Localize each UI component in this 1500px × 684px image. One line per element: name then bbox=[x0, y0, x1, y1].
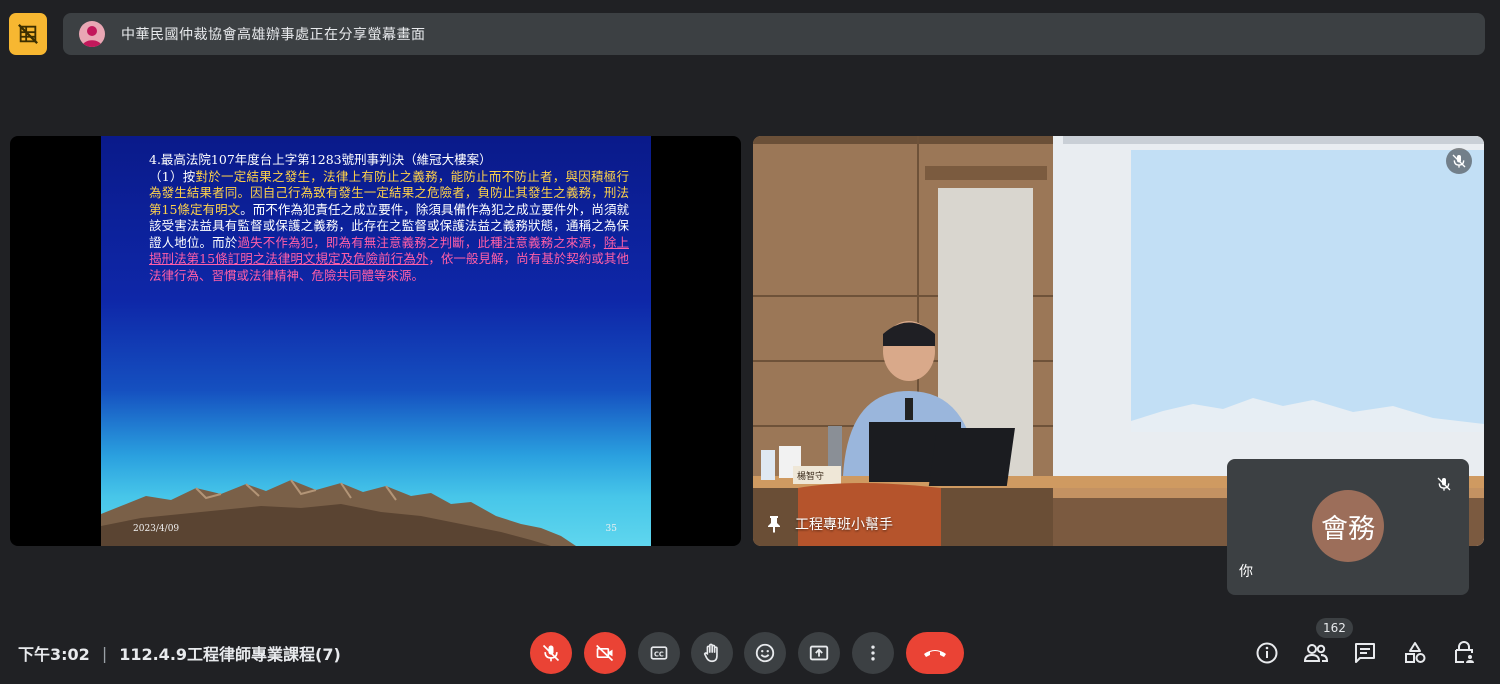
presentation-slide: 4.最高法院107年度台上字第1283號刑事判決（維冠大樓案） （1）按對於一定… bbox=[101, 136, 651, 546]
raise-hand-button[interactable] bbox=[691, 632, 733, 674]
camera-toggle-button[interactable] bbox=[584, 632, 626, 674]
desk-nameplate: 楊智守 bbox=[797, 472, 825, 482]
presentation-banner: 中華民國仲裁協會高雄辦事處正在分享螢幕畫面 bbox=[63, 13, 1485, 55]
meeting-details-button[interactable] bbox=[1252, 638, 1282, 668]
host-controls-button[interactable] bbox=[1449, 638, 1479, 668]
chat-icon bbox=[1355, 643, 1375, 663]
info-icon bbox=[1256, 642, 1278, 664]
slide-seg-1: （1）按 bbox=[149, 168, 196, 184]
captions-button[interactable]: CC bbox=[638, 632, 680, 674]
slide-page-number: 35 bbox=[605, 524, 617, 534]
control-bar: 下午3:02 | 112.4.9工程律師專業課程(7) CC 162 bbox=[0, 614, 1500, 684]
people-button[interactable] bbox=[1301, 638, 1331, 668]
present-screen-button[interactable] bbox=[798, 632, 840, 674]
participant-name: 工程專班小幫手 bbox=[795, 517, 893, 533]
participant-muted-indicator bbox=[1446, 148, 1472, 174]
svg-text:CC: CC bbox=[654, 650, 664, 658]
present-to-all-icon bbox=[809, 645, 829, 661]
pin-icon bbox=[768, 516, 780, 533]
mic-off-icon bbox=[1452, 154, 1466, 168]
mic-off-icon bbox=[542, 644, 560, 662]
participant-label: 工程專班小幫手 bbox=[767, 514, 893, 534]
meeting-title: 112.4.9工程律師專業課程(7) bbox=[119, 645, 341, 664]
call-end-icon bbox=[924, 650, 946, 657]
people-icon bbox=[1303, 644, 1329, 662]
presentation-banner-text: 中華民國仲裁協會高雄辦事處正在分享螢幕畫面 bbox=[121, 27, 426, 43]
slide-seg-4: 過失不作為犯，即為有無注意義務之判斷，此種注意義務之來源， bbox=[237, 234, 604, 250]
meeting-info: 下午3:02 | 112.4.9工程律師專業課程(7) bbox=[18, 641, 341, 665]
layout-toggle-button[interactable] bbox=[9, 13, 47, 55]
slide-text: 4.最高法院107年度台上字第1283號刑事判決（維冠大樓案） （1）按對於一定… bbox=[149, 152, 629, 284]
shapes-icon bbox=[1405, 642, 1426, 663]
meeting-info-separator: | bbox=[101, 643, 108, 663]
self-name: 你 bbox=[1239, 564, 1253, 580]
slide-heading: 4.最高法院107年度台上字第1283號刑事判決（維冠大樓案） bbox=[149, 152, 492, 167]
slide-paragraph: （1）按對於一定結果之發生，法律上有防止之義務，能防止而不防止者，與因積極行為發… bbox=[149, 169, 629, 285]
microphone-toggle-button[interactable] bbox=[530, 632, 572, 674]
more-options-button[interactable] bbox=[852, 632, 894, 674]
videocam-off-icon bbox=[596, 644, 614, 662]
meeting-time: 下午3:02 bbox=[18, 645, 90, 664]
slide-date: 2023/4/09 bbox=[133, 524, 180, 534]
lock-person-icon bbox=[1455, 641, 1474, 663]
emoji-icon bbox=[755, 643, 775, 663]
avatar: 會務 bbox=[1312, 490, 1384, 562]
person-icon bbox=[79, 21, 105, 47]
chat-button[interactable] bbox=[1350, 638, 1380, 668]
shared-screen-tile[interactable]: 4.最高法院107年度台上字第1283號刑事判決（維冠大樓案） （1）按對於一定… bbox=[10, 136, 741, 546]
hand-icon bbox=[703, 643, 718, 663]
reactions-button[interactable] bbox=[744, 632, 786, 674]
activities-button[interactable] bbox=[1400, 638, 1430, 668]
self-muted-indicator bbox=[1431, 471, 1457, 497]
self-view-tile[interactable]: 會務 你 bbox=[1227, 459, 1469, 595]
grid-off-icon bbox=[18, 24, 38, 44]
mic-off-icon bbox=[1437, 477, 1451, 491]
mountain-range bbox=[101, 479, 576, 546]
leave-call-button[interactable] bbox=[906, 632, 964, 674]
participant-count-badge: 162 bbox=[1316, 618, 1353, 638]
more-vert-icon bbox=[871, 645, 875, 661]
closed-caption-icon: CC bbox=[650, 646, 668, 660]
top-bar: 中華民國仲裁協會高雄辦事處正在分享螢幕畫面 bbox=[0, 0, 1500, 66]
